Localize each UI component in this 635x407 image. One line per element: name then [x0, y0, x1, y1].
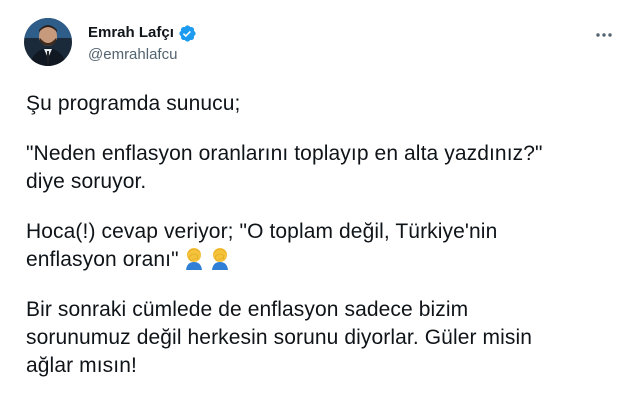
man-facepalming-emoji-icon: [183, 246, 205, 270]
avatar[interactable]: [24, 18, 72, 66]
tweet-line: Bir sonraki cümlede de enflasyon sadece …: [26, 298, 469, 321]
tweet-card: Emrah Lafçı @emrahlafcu Şu programda sun…: [0, 0, 635, 407]
avatar-image: [24, 18, 72, 66]
tweet-line: sorunumuz değil herkesin sorunu diyorlar…: [26, 326, 533, 349]
author-name-row: Emrah Lafçı: [88, 23, 197, 43]
tweet-line: ağlar mısın!: [26, 354, 137, 377]
tweet-line: Şu programda sunucu;: [26, 92, 241, 115]
tweet-line-with-emoji: enflasyon oranı": [26, 246, 616, 274]
verified-badge-icon: [178, 24, 197, 43]
tweet-line: enflasyon oranı": [26, 248, 179, 271]
tweet-line: "Neden enflasyon oranlarını toplayıp en …: [26, 142, 543, 165]
tweet-text: Şu programda sunucu; "Neden enflasyon or…: [26, 90, 616, 380]
man-facepalming-emoji-icon: [209, 246, 231, 270]
more-options-icon: [596, 33, 612, 37]
author-display-name[interactable]: Emrah Lafçı: [88, 23, 174, 43]
tweet-line: diye soruyor.: [26, 170, 147, 193]
tweet-line: Hoca(!) cevap veriyor; "O toplam değil, …: [26, 220, 498, 243]
more-options-button[interactable]: [589, 20, 619, 50]
author-handle[interactable]: @emrahlafcu: [88, 45, 177, 65]
